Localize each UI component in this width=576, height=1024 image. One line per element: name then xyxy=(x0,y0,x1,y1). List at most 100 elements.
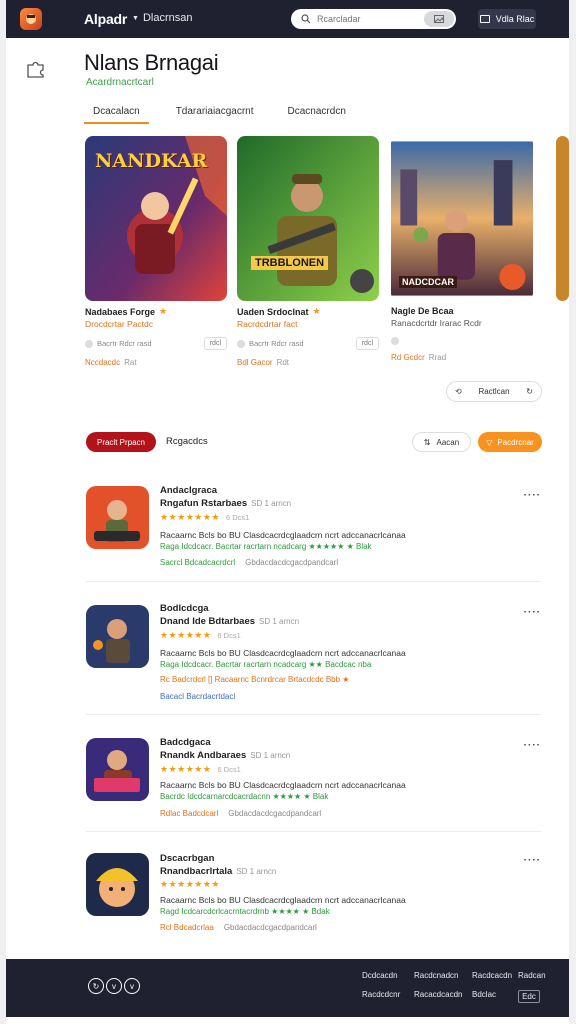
game-genre: Nccdacdc xyxy=(85,358,121,367)
game-publisher: Racrdcdrtar fact xyxy=(237,319,298,329)
featured-card-4-peek[interactable] xyxy=(556,136,569,301)
page-subtitle: Acardrnacrtcarl xyxy=(86,77,154,88)
game-thumbnail[interactable] xyxy=(86,605,149,668)
game-highlights: Bacrdc Idcdcarnarcdcacrdacnn ★★★★ ★ Blak xyxy=(160,792,329,801)
game-category: Dscacrbgan xyxy=(160,853,215,864)
chevron-icon[interactable]: v xyxy=(124,978,140,994)
nav-dropdown[interactable]: ▼ Dlacrnsan xyxy=(132,12,192,24)
puzzle-icon xyxy=(27,61,44,78)
footer-link[interactable]: Bdclac xyxy=(472,990,518,1003)
game-genre: Bdl Gacor xyxy=(237,358,273,367)
star-rating: ★★★★★★ 6 Dcs1 xyxy=(160,764,241,774)
share-icon[interactable]: ↻ xyxy=(526,387,533,396)
window-icon xyxy=(479,15,490,23)
game-link: Rdlac Badcdcarl Gbdacdacdcgacdpandcarl xyxy=(160,809,322,818)
game-publisher: Drocdcrtar Pactdc xyxy=(85,319,154,329)
refresh-icon[interactable]: ⟲ xyxy=(455,387,462,396)
featured-card-2-meta: Uaden Srdoclnat ★ Racrdcdrtar fact Bacrtr… xyxy=(237,306,379,367)
sort-icon: ⇅ xyxy=(423,437,431,447)
tab-tournaments[interactable]: Tdarariaiacgacrnt xyxy=(167,100,263,124)
search-input[interactable] xyxy=(317,14,422,24)
game-description: Racaarnc Bcls bo BU Clasdcacrdcglaadcrn … xyxy=(160,780,406,790)
primary-filter-button[interactable]: Praclt Prpacn xyxy=(86,432,156,452)
more-options-icon[interactable]: ···· xyxy=(524,855,541,866)
game-icon-art xyxy=(86,853,149,916)
language-selector[interactable]: Edc xyxy=(518,990,540,1003)
tab-bar: Dcacalacn Tdarariaiacgacrnt Dcacnacrdcn xyxy=(84,100,355,124)
account-label: Vdla Rlac xyxy=(495,14,535,24)
game-genre: Rd Gcdcr xyxy=(391,353,425,363)
game-rating: Rrad xyxy=(428,353,447,363)
nav-dropdown-label: Dlacrnsan xyxy=(142,12,193,24)
filter-section-label: Rcgacdcs xyxy=(166,436,208,447)
more-options-icon[interactable]: ···· xyxy=(524,607,541,618)
game-logo-icon xyxy=(26,14,36,24)
chevron-icon[interactable]: v xyxy=(106,978,122,994)
game-icon-art xyxy=(86,486,149,549)
sort-button[interactable]: ⇅ Aacan xyxy=(412,432,471,452)
game-title: Dnand Ide Bdtarbaes SD 1 arncn xyxy=(160,616,300,627)
footer-link[interactable]: Radcan xyxy=(518,971,548,980)
search-bar[interactable] xyxy=(291,9,456,29)
game-thumbnail[interactable] xyxy=(86,853,149,916)
tab-discover[interactable]: Dcacnacrdcn xyxy=(279,100,355,124)
more-options-icon[interactable]: ···· xyxy=(524,490,541,501)
chevron-down-icon: ▼ xyxy=(132,14,139,22)
game-meta: Bacrtr Rdcr rasd xyxy=(97,338,152,348)
game-category: Bodlcdcga xyxy=(160,603,209,614)
brand-name[interactable]: Alpadr xyxy=(84,11,127,27)
avatar xyxy=(237,340,245,348)
filter-button[interactable]: ▽ Pacdrcnar xyxy=(478,432,542,452)
game-thumbnail[interactable] xyxy=(86,486,149,549)
filter-icon: ▽ xyxy=(486,437,493,447)
game-title: Uaden Srdoclnat xyxy=(237,306,309,317)
game-cover-art xyxy=(237,136,379,301)
game-link: Sacrcl Bdcadcacrdcrl Gbdacdacdcgacdpandca… xyxy=(160,558,339,567)
game-icon-art xyxy=(86,738,149,801)
page-title: Nlans Brnagai xyxy=(84,50,219,75)
fire-icon: ★ xyxy=(312,306,321,316)
cover-logo-text: NANDKAR xyxy=(95,150,208,172)
list-item[interactable]: Bodlcdcga Dnand Ide Bdtarbaes SD 1 arncn … xyxy=(86,595,541,715)
platform-pill[interactable]: rdcl xyxy=(203,337,227,350)
game-highlights: Ragd Icdcarcdcrlcacrntacrdrnb ★★★★ ★ Bda… xyxy=(160,907,330,916)
cover-logo-text: NADCDCAR xyxy=(399,276,457,288)
app-logo[interactable] xyxy=(20,8,42,30)
star-rating: ★★★★★★ 6 Dcs1 xyxy=(160,630,241,640)
footer-link[interactable]: Racdcacdn xyxy=(472,971,518,980)
game-description: Racaarnc Bcls bo BU Clasdcacrdcglaadcrn … xyxy=(160,895,406,905)
footer-link[interactable]: Racdcdcnr xyxy=(362,990,414,1003)
game-description: Racaarnc Bcls bo BU Clasdcacrdcglaadcrn … xyxy=(160,530,406,540)
footer-link[interactable]: Racdcnadcn xyxy=(414,971,472,980)
star-rating: ★★★★★★★ 6 Dcs1 xyxy=(160,512,250,522)
featured-card-1[interactable]: NANDKAR xyxy=(85,136,227,301)
list-item[interactable]: Andaclgraca Rngafun Rstarbaes SD 1 arncn … xyxy=(86,478,541,582)
search-filter-button[interactable] xyxy=(424,11,454,27)
game-cover-art xyxy=(556,136,569,301)
featured-card-2[interactable]: TRBBLONEN xyxy=(237,136,379,301)
game-meta: Bacrtr Rdcr rasd xyxy=(249,338,304,348)
game-link: Rcl Bdcadcrlaa Gbdacdacdcgacdpandcarl xyxy=(160,923,317,932)
featured-card-1-meta: Nadabaes Forge ★ Drocdcrtar Pactdc Bacrtr… xyxy=(85,306,227,367)
carousel-controls[interactable]: ⟲ Ractlcan ↻ xyxy=(446,381,542,402)
platform-pill[interactable]: rdcl xyxy=(355,337,379,350)
tab-featured[interactable]: Dcacalacn xyxy=(84,100,149,124)
circle-icon[interactable]: ↻ xyxy=(88,978,104,994)
footer-links: Dcdcacdn Racdcnadcn Racdcacdn Radcan Rac… xyxy=(362,971,548,1003)
list-item[interactable]: Dscacrbgan Rnandbacrlrtala SD 1 arncn ★★★… xyxy=(86,848,541,938)
game-title: Rnandk Andbaraes SD 1 arncn xyxy=(160,750,291,761)
footer-link[interactable]: Dcdcacdn xyxy=(362,971,414,980)
footer-link[interactable]: Racacdcacdn xyxy=(414,990,472,1003)
game-thumbnail[interactable] xyxy=(86,738,149,801)
carousel-label: Ractlcan xyxy=(478,387,510,396)
game-link: Bacacl Bacrdacrtdacl xyxy=(160,692,236,701)
account-button[interactable]: Vdla Rlac xyxy=(478,9,536,29)
footer-social-icons: ↻ v v xyxy=(88,978,140,994)
more-options-icon[interactable]: ···· xyxy=(524,740,541,751)
list-item[interactable]: Badcdgaca Rnandk Andbaraes SD 1 arncn ★★★… xyxy=(86,732,541,832)
game-title: Nadabaes Forge xyxy=(85,306,156,317)
game-publisher: Ranacdcrtdr Irarac Rcdr xyxy=(391,318,482,328)
avatar xyxy=(85,340,93,348)
featured-card-3[interactable]: NADCDCAR xyxy=(391,136,533,301)
cover-logo-text: TRBBLONEN xyxy=(251,256,329,270)
